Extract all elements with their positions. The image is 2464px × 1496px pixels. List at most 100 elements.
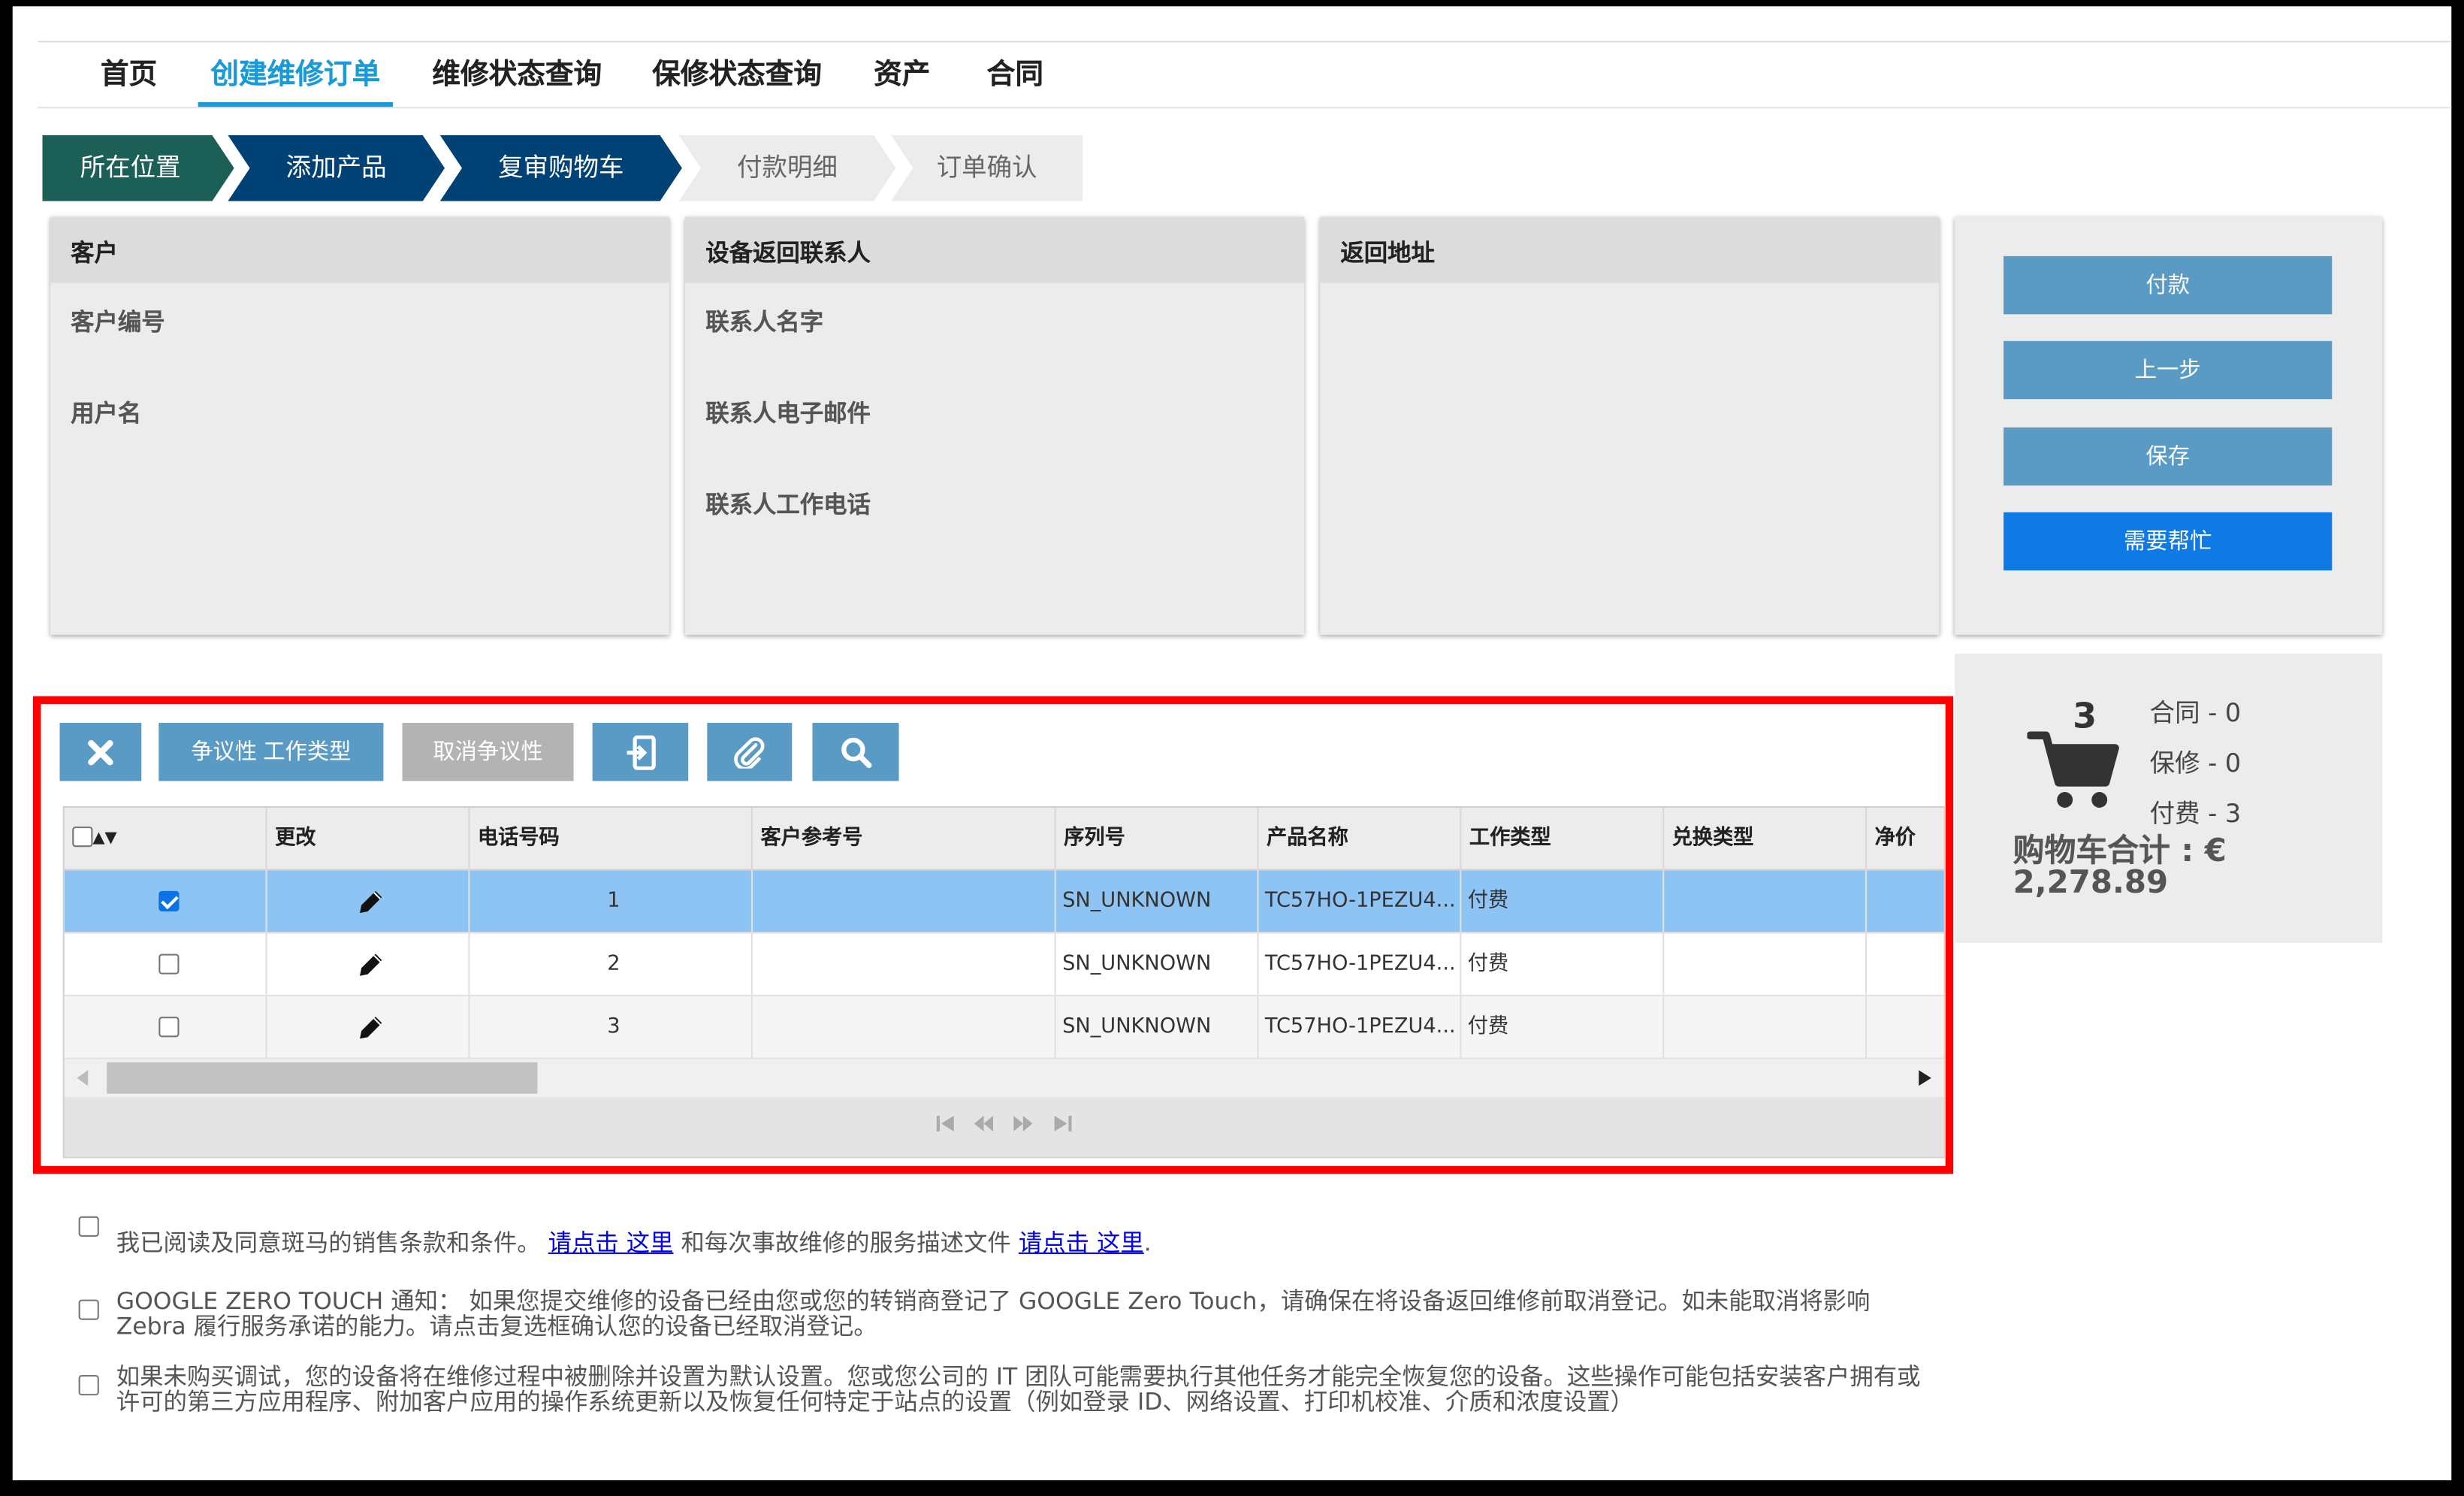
work-type-cell: 付费 (1461, 996, 1665, 1058)
terms-text-a: 我已阅读及同意斑马的销售条款和条件。 (116, 1229, 541, 1258)
last-page-icon[interactable] (1053, 1115, 1072, 1132)
attach-button[interactable] (707, 723, 793, 781)
product-cell: TC57HO-1PEZU4... (1259, 933, 1462, 995)
pencil-icon[interactable] (355, 885, 387, 917)
cart-grid-section: 争议性 工作类型 取消争议性 ▲▼ 更改 电话号码 客户参考号 序列号 产品名称… (59, 723, 1946, 1163)
exchange-cell (1664, 870, 1868, 932)
return-address-panel: 返回地址 (1320, 216, 1940, 635)
step-location: 所在位置 (42, 134, 234, 201)
work-type-cell: 付费 (1461, 933, 1665, 995)
dispute-work-type-button[interactable]: 争议性 工作类型 (159, 723, 384, 781)
serial-cell: SN_UNKNOWN (1056, 933, 1259, 995)
terms-link[interactable]: 请点击 这里 (548, 1229, 674, 1257)
table-row[interactable]: 1 SN_UNKNOWN TC57HO-1PEZU4... 付费 (64, 870, 1944, 934)
pencil-icon[interactable] (355, 948, 387, 980)
header-serial[interactable]: 序列号 (1056, 807, 1259, 871)
product-cell: TC57HO-1PEZU4... (1259, 996, 1462, 1058)
contact-panel-title: 设备返回联系人 (685, 216, 1305, 283)
step-add-product[interactable]: 添加产品 (228, 134, 445, 201)
search-icon (841, 736, 871, 768)
contact-email-label: 联系人电子邮件 (705, 399, 871, 428)
net-price-cell (1867, 933, 1944, 995)
pencil-icon[interactable] (355, 1011, 387, 1043)
edit-cell (267, 996, 470, 1058)
edit-cell (267, 870, 470, 932)
scroll-left-icon[interactable] (77, 1070, 90, 1086)
customer-panel: 客户 客户编号 用户名 (50, 216, 670, 635)
pay-button[interactable]: 付款 (2004, 255, 2333, 315)
serial-cell: SN_UNKNOWN (1056, 870, 1259, 932)
nav-repair-status[interactable]: 维修状态查询 (420, 56, 614, 107)
header-select-all: ▲▼ (65, 807, 267, 871)
contact-phone-label: 联系人工作电话 (705, 490, 871, 519)
phone-cell: 2 (470, 933, 753, 995)
delete-button[interactable] (59, 723, 142, 781)
sort-icon[interactable]: ▲▼ (92, 830, 116, 847)
row-checkbox[interactable] (158, 954, 179, 975)
exchange-cell (1664, 996, 1868, 1058)
nav-create-repair-order[interactable]: 创建维修订单 (198, 56, 393, 107)
page: 首页 创建维修订单 维修状态查询 保修状态查询 资产 合同 所在位置 添加产品 … (12, 6, 2452, 1481)
shopping-cart-icon (2027, 731, 2119, 808)
actions-panel: 付款 上一步 保存 需要帮忙 (1955, 216, 2383, 635)
cart-total: 购物车合计 : € 2,278.89 (2013, 831, 2227, 901)
reset-text: 如果未购买调试，您的设备将在维修过程中被删除并设置为默认设置。您或您公司的 IT… (116, 1362, 1921, 1416)
select-all-checkbox[interactable] (72, 827, 93, 848)
table-row[interactable]: 2 SN_UNKNOWN TC57HO-1PEZU4... 付费 (64, 933, 1944, 996)
search-button[interactable] (812, 723, 899, 781)
service-description-link[interactable]: 请点击 这里 (1019, 1229, 1144, 1257)
device-import-icon (626, 734, 655, 769)
previous-page-icon[interactable] (974, 1115, 994, 1132)
zero-touch-checkbox[interactable] (78, 1299, 99, 1320)
nav-warranty-status[interactable]: 保修状态查询 (639, 56, 834, 107)
step-order-confirm: 订单确认 (891, 134, 1083, 201)
step-payment-details: 付款明细 (678, 134, 896, 201)
first-page-icon[interactable] (936, 1115, 956, 1132)
net-price-cell (1867, 996, 1944, 1058)
header-work-type[interactable]: 工作类型 (1461, 807, 1665, 871)
scroll-right-icon[interactable] (1919, 1070, 1931, 1086)
phone-cell: 3 (470, 996, 753, 1058)
header-customer-ref[interactable]: 客户参考号 (753, 807, 1056, 871)
zero-touch-text: GOOGLE ZERO TOUCH 通知： 如果您提交维修的设备已经由您或您的转… (116, 1286, 1871, 1340)
paperclip-icon (734, 736, 765, 768)
terms-checkbox[interactable] (78, 1216, 99, 1237)
next-page-icon[interactable] (1013, 1115, 1033, 1132)
table-row[interactable]: 3 SN_UNKNOWN TC57HO-1PEZU4... 付费 (64, 996, 1944, 1059)
cart-warranty-count: 保修 - 0 (2149, 748, 2242, 778)
highlight-box: 争议性 工作类型 取消争议性 ▲▼ 更改 电话号码 客户参考号 序列号 产品名称… (32, 696, 1954, 1174)
row-checkbox[interactable] (158, 890, 179, 912)
device-import-button[interactable] (592, 723, 689, 781)
nav-contracts[interactable]: 合同 (974, 56, 1056, 107)
net-price-cell (1867, 871, 1944, 932)
header-net-price[interactable]: 净价 (1867, 808, 1944, 871)
cart-summary: 3 合同 - 0 保修 - 0 付费 - 3 购物车合计 : € 2,278.8… (1955, 654, 2383, 943)
step-review-cart[interactable]: 复审购物车 (439, 134, 682, 201)
work-type-cell: 付费 (1461, 870, 1665, 932)
customer-panel-title: 客户 (50, 216, 670, 283)
row-checkbox[interactable] (158, 1017, 179, 1038)
save-button[interactable]: 保存 (2004, 427, 2333, 486)
help-button[interactable]: 需要帮忙 (2004, 512, 2333, 571)
row-select-cell (65, 933, 267, 995)
horizontal-scrollbar[interactable] (64, 1059, 1944, 1097)
cart-paid-count: 付费 - 3 (2149, 798, 2242, 829)
username-label: 用户名 (71, 399, 142, 428)
row-select-cell (65, 996, 267, 1058)
main-nav: 首页 创建维修订单 维修状态查询 保修状态查询 资产 合同 (38, 44, 2452, 109)
customer-number-label: 客户编号 (71, 307, 165, 337)
terms-text-b: 和每次事故维修的服务描述文件 (681, 1229, 1011, 1258)
header-edit[interactable]: 更改 (267, 807, 470, 871)
terms-text: 我已阅读及同意斑马的销售条款和条件。 请点击 这里 和每次事故维修的服务描述文件… (116, 1231, 1940, 1256)
scrollbar-thumb[interactable] (107, 1062, 538, 1094)
cancel-dispute-button[interactable]: 取消争议性 (402, 723, 574, 781)
header-exchange-type[interactable]: 兑换类型 (1664, 807, 1868, 871)
header-phone[interactable]: 电话号码 (470, 807, 753, 871)
reset-checkbox[interactable] (78, 1374, 99, 1396)
cart-contract-count: 合同 - 0 (2149, 697, 2242, 728)
edit-cell (267, 933, 470, 995)
nav-home[interactable]: 首页 (88, 56, 170, 107)
header-product-name[interactable]: 产品名称 (1259, 807, 1462, 871)
previous-button[interactable]: 上一步 (2004, 340, 2333, 400)
nav-assets[interactable]: 资产 (861, 56, 943, 107)
